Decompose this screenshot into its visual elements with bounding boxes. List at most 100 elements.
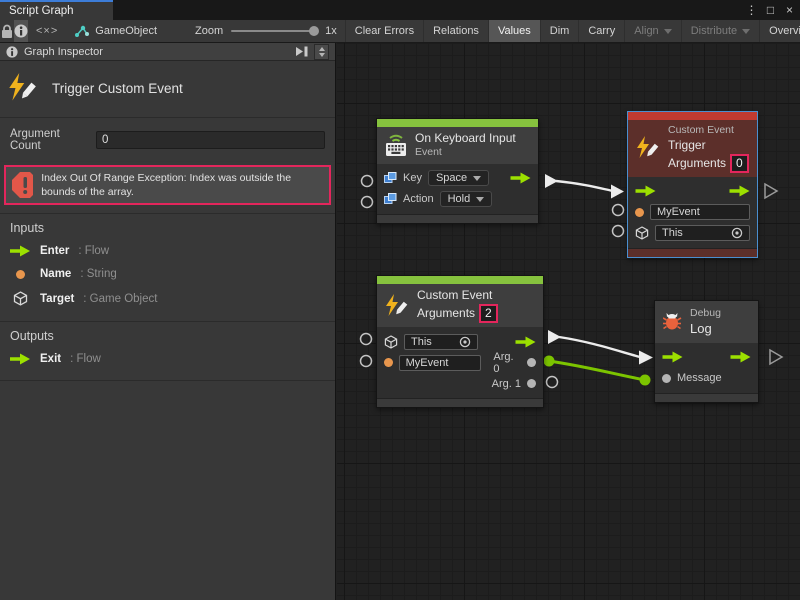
action-row: Action Hold xyxy=(377,189,538,210)
window-controls: ⋮ □ × xyxy=(743,0,798,20)
custom-event-icon xyxy=(636,136,660,160)
relations-button[interactable]: Relations xyxy=(423,20,488,42)
target-field[interactable]: This xyxy=(404,334,478,350)
lock-icon xyxy=(0,24,14,39)
window-menu-icon[interactable]: ⋮ xyxy=(743,0,760,20)
port-keyboard-key[interactable] xyxy=(362,176,373,187)
arguments-count-badge[interactable]: 0 xyxy=(730,154,749,173)
port-customevent-name[interactable] xyxy=(361,356,372,367)
arg0-out-port[interactable] xyxy=(527,358,536,367)
game-object-port-icon xyxy=(13,291,28,306)
spin-down-icon xyxy=(319,53,325,57)
port-debug-exit-triangle[interactable] xyxy=(770,350,782,364)
zoom-slider[interactable] xyxy=(231,30,317,32)
event-name-row: MyEvent xyxy=(628,202,757,223)
section-divider xyxy=(0,380,335,381)
argument-count-input[interactable] xyxy=(96,131,325,149)
dim-button[interactable]: Dim xyxy=(540,20,579,42)
tab-script-graph[interactable]: Script Graph xyxy=(0,0,113,20)
input-port-enter: Enter : Flow xyxy=(10,245,325,257)
input-port-target: Target : Game Object xyxy=(10,291,325,306)
port-keyboard-action[interactable] xyxy=(362,197,373,208)
code-view-button[interactable]: <×> xyxy=(28,20,66,42)
maximize-icon[interactable]: □ xyxy=(762,0,779,20)
flow-exit-port[interactable] xyxy=(729,185,750,197)
object-picker-icon[interactable] xyxy=(731,227,743,239)
graph-toolbar: <×> GameObject Zoom 1x Clear Errors Rela… xyxy=(0,20,800,43)
close-icon[interactable]: × xyxy=(781,0,798,20)
zoom-label: Zoom xyxy=(195,25,223,37)
spin-up-icon xyxy=(319,47,325,51)
panel-spinner[interactable] xyxy=(314,44,329,60)
inputs-heading: Inputs xyxy=(10,221,325,235)
node-header: Custom Event Arguments 2 xyxy=(377,284,543,327)
outputs-heading: Outputs xyxy=(10,329,325,343)
arguments-count-badge[interactable]: 2 xyxy=(479,304,498,323)
carry-button[interactable]: Carry xyxy=(578,20,624,42)
values-button[interactable]: Values xyxy=(488,20,540,42)
event-name-field[interactable]: MyEvent xyxy=(650,204,750,220)
wire-arg0-to-message[interactable] xyxy=(544,356,651,386)
output-port-exit: Exit : Flow xyxy=(10,353,325,365)
node-footer xyxy=(377,214,538,223)
flow-enter-port[interactable] xyxy=(635,185,656,197)
outputs-section: Outputs Exit : Flow xyxy=(0,321,335,380)
dropdown-arrow-icon xyxy=(664,29,672,34)
script-machine-icon xyxy=(74,25,90,38)
flow-exit-port[interactable] xyxy=(515,336,536,348)
dropdown-arrow-icon xyxy=(473,176,481,181)
align-button[interactable]: Align xyxy=(624,20,680,42)
port-trigger-name[interactable] xyxy=(613,205,624,216)
graph-canvas[interactable]: On Keyboard Input Event Key Space xyxy=(337,43,800,600)
flow-exit-port[interactable] xyxy=(510,172,531,184)
node-footer xyxy=(655,393,758,402)
message-in-port[interactable] xyxy=(662,374,671,383)
node-trigger-custom-event[interactable]: Custom Event Trigger Arguments 0 xyxy=(627,111,758,258)
info-icon xyxy=(14,24,28,38)
flow-port-icon xyxy=(10,353,31,365)
overview-button[interactable]: Overview xyxy=(759,20,800,42)
node-custom-event[interactable]: Custom Event Arguments 2 This xyxy=(376,275,544,408)
distribute-button[interactable]: Distribute xyxy=(681,20,759,42)
node-on-keyboard-input[interactable]: On Keyboard Input Event Key Space xyxy=(376,118,539,224)
target-field[interactable]: This xyxy=(655,225,750,241)
node-footer xyxy=(628,248,757,257)
custom-event-icon xyxy=(8,73,38,103)
graph-inspector-title: Graph Inspector xyxy=(24,46,103,58)
bug-icon xyxy=(663,312,682,331)
target-row: This xyxy=(377,331,543,352)
node-body: Message xyxy=(655,343,758,393)
port-trigger-exit-triangle[interactable] xyxy=(765,184,777,198)
flow-exit-port[interactable] xyxy=(730,351,751,363)
collapse-panel-icon[interactable] xyxy=(296,46,308,57)
inputs-section: Inputs Enter : Flow Name : String Target… xyxy=(0,213,335,321)
tab-title: Script Graph xyxy=(9,5,74,17)
enum-icon xyxy=(384,172,397,184)
action-dropdown[interactable]: Hold xyxy=(440,191,493,207)
game-object-port-icon xyxy=(635,226,649,240)
zoom-slider-knob[interactable] xyxy=(309,26,319,36)
graph-target[interactable]: GameObject xyxy=(66,20,165,42)
event-name-field[interactable]: MyEvent xyxy=(399,355,482,371)
enum-icon xyxy=(384,193,397,205)
graph-inspector-header: Graph Inspector xyxy=(0,43,335,61)
arg1-out-port[interactable] xyxy=(527,379,536,388)
node-debug-log[interactable]: Debug Log Message xyxy=(654,300,759,403)
string-port-icon xyxy=(16,270,25,279)
arg1-row: Arg. 1 xyxy=(377,373,543,394)
wire-keyboard-to-trigger[interactable] xyxy=(545,174,624,199)
lock-button[interactable] xyxy=(0,20,14,42)
port-trigger-target[interactable] xyxy=(613,226,624,237)
object-picker-icon[interactable] xyxy=(459,336,471,348)
flow-enter-port[interactable] xyxy=(662,351,683,363)
port-customevent-target[interactable] xyxy=(361,334,372,345)
node-body: Key Space Action Hold xyxy=(377,164,538,214)
clear-errors-button[interactable]: Clear Errors xyxy=(345,20,423,42)
inspector-toggle-button[interactable] xyxy=(14,20,28,42)
port-customevent-arg1[interactable] xyxy=(547,377,558,388)
key-dropdown[interactable]: Space xyxy=(428,170,489,186)
wire-customevent-to-debug[interactable] xyxy=(548,330,653,365)
node-body: MyEvent This xyxy=(628,177,757,248)
input-port-name: Name : String xyxy=(10,268,325,280)
dropdown-arrow-icon xyxy=(742,29,750,34)
